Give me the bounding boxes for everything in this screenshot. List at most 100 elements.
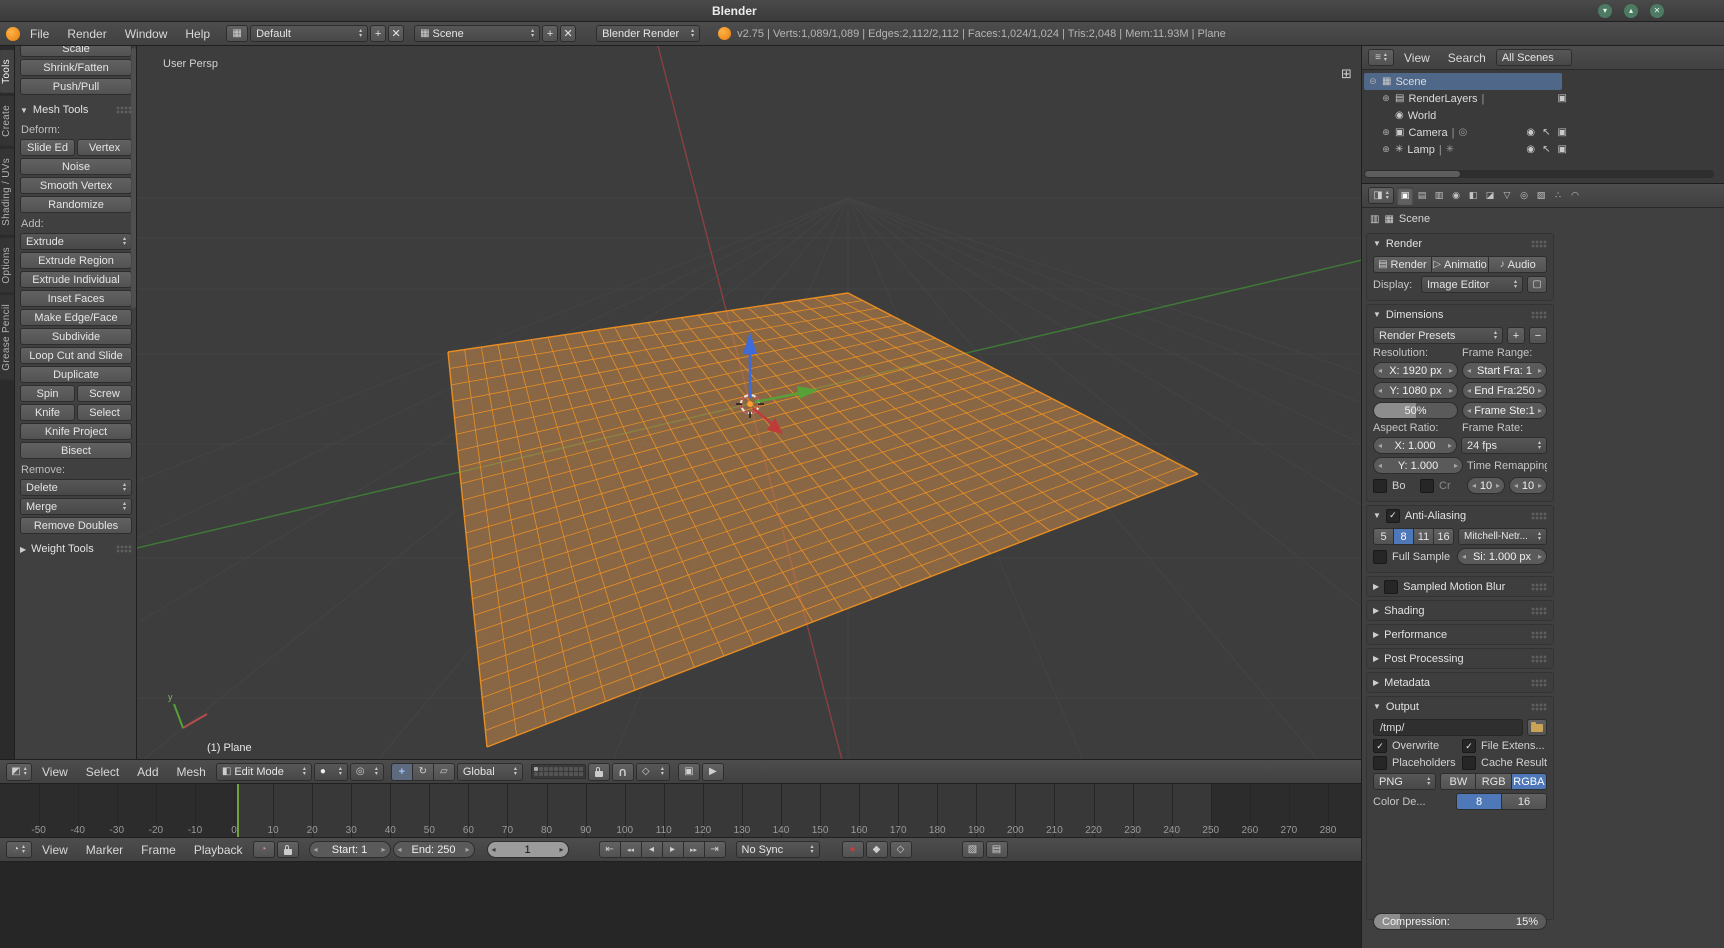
expander-open-icon[interactable]: ⊖ bbox=[1368, 76, 1378, 87]
layer-toggle-4[interactable] bbox=[548, 767, 553, 771]
viewport-3d[interactable]: y User Persp (1) Plane ⊞ bbox=[136, 45, 1363, 761]
shelf-button-noise[interactable]: Noise bbox=[20, 158, 132, 175]
tab-texture[interactable]: ▨ bbox=[1533, 187, 1549, 205]
shelf-tab-shading-uvs[interactable]: Shading / UVs bbox=[0, 148, 15, 235]
resolution-percentage-slider[interactable]: 50% bbox=[1373, 402, 1458, 419]
outliner-row-world[interactable]: ◉ World bbox=[1364, 107, 1575, 124]
shelf-button-delete[interactable]: Delete ▴ ▾ bbox=[20, 479, 132, 496]
restrict-select-icon[interactable]: ↖ bbox=[1542, 144, 1550, 155]
layer-toggle-17[interactable] bbox=[563, 772, 568, 776]
increment-arrow-icon[interactable]: ▸ bbox=[1448, 441, 1452, 450]
increment-arrow-icon[interactable]: ▸ bbox=[1449, 386, 1453, 395]
aa-samples-5-button[interactable]: 5 bbox=[1373, 528, 1394, 545]
layer-toggle-5[interactable] bbox=[553, 767, 558, 771]
tab-render[interactable]: ▣ bbox=[1397, 186, 1413, 205]
increment-arrow-icon[interactable]: ▸ bbox=[560, 845, 564, 854]
restrict-render-icon[interactable]: ▣ bbox=[1558, 144, 1567, 155]
shelf-button-subdivide[interactable]: Subdivide bbox=[20, 328, 132, 345]
record-button[interactable]: ● bbox=[841, 841, 864, 858]
viewport-canvas[interactable]: y bbox=[137, 46, 1362, 760]
add-scene-button[interactable]: + bbox=[542, 25, 559, 42]
delete-scene-button[interactable]: ✕ bbox=[560, 25, 577, 42]
shelf-tab-options[interactable]: Options bbox=[0, 237, 15, 293]
end-frame-field[interactable]: ◂ End Fra:250 ▸ bbox=[1462, 382, 1547, 399]
play-button[interactable]: ▸ bbox=[661, 841, 684, 858]
maximize-icon[interactable]: ▴ bbox=[1624, 4, 1638, 18]
outliner-editor-type-button[interactable]: ≡ ▴ ▾ bbox=[1368, 49, 1394, 66]
file-extensions-checkbox[interactable]: ✓ bbox=[1462, 739, 1476, 753]
timeline-menu-view[interactable]: View bbox=[34, 838, 76, 861]
tab-particles[interactable]: ∴ bbox=[1550, 187, 1566, 205]
layer-toggle-13[interactable] bbox=[543, 772, 548, 776]
display-extra-button[interactable]: ▢ bbox=[1527, 276, 1547, 293]
frame-step-field[interactable]: ◂ Frame Ste:1 ▸ bbox=[1462, 402, 1547, 419]
tab-world[interactable]: ◉ bbox=[1448, 187, 1464, 205]
channels-bw-button[interactable]: BW bbox=[1440, 773, 1477, 790]
current-frame-field[interactable]: ◂ 1 ▸ bbox=[486, 841, 569, 858]
render-panel-header[interactable]: ▼ Render bbox=[1367, 234, 1553, 253]
layer-toggle-3[interactable] bbox=[543, 767, 548, 771]
display-mode-dropdown[interactable]: Image Editor ▴ ▾ bbox=[1421, 276, 1523, 293]
viewport-shading-dropdown[interactable]: ● ▴ ▾ bbox=[313, 762, 348, 781]
next-keyframe-button[interactable]: ▸▸ bbox=[682, 841, 705, 858]
layer-toggle-18[interactable] bbox=[568, 772, 573, 776]
remove-preset-button[interactable]: − bbox=[1529, 327, 1547, 344]
overwrite-checkbox[interactable]: ✓ bbox=[1373, 739, 1387, 753]
jump-to-start-button[interactable]: ⇤ bbox=[598, 841, 621, 858]
menu-render[interactable]: Render bbox=[59, 22, 114, 45]
increment-arrow-icon[interactable]: ▸ bbox=[1449, 366, 1453, 375]
shelf-panel-header-mesh-tools[interactable]: ▼ Mesh Tools bbox=[20, 101, 132, 119]
restrict-select-icon[interactable]: ↖ bbox=[1542, 127, 1550, 138]
aa-samples-8-button[interactable]: 8 bbox=[1393, 528, 1414, 545]
manipulator-translate-button[interactable]: + bbox=[390, 762, 413, 781]
increment-arrow-icon[interactable]: ▸ bbox=[1538, 366, 1542, 375]
shelf-button-select[interactable]: Select bbox=[77, 404, 132, 421]
shelf-button-push-pull[interactable]: Push/Pull bbox=[20, 78, 132, 95]
shelf-button-knife[interactable]: Knife bbox=[20, 404, 75, 421]
shelf-button-remove-doubles[interactable]: Remove Doubles bbox=[20, 517, 132, 534]
tab-material[interactable]: ◎ bbox=[1516, 187, 1532, 205]
restrict-view-icon[interactable]: ◉ bbox=[1526, 144, 1535, 155]
screen-layout-dropdown[interactable]: Default ▴ ▾ bbox=[250, 25, 369, 42]
snap-element-dropdown[interactable]: ◇ ▴ ▾ bbox=[635, 762, 670, 781]
scene-dropdown[interactable]: ▦ Scene ▴ ▾ bbox=[414, 25, 541, 42]
outliner-display-mode-dropdown[interactable]: All Scenes bbox=[1495, 49, 1572, 66]
render-animation-button[interactable]: ▷ Animatio bbox=[1430, 256, 1490, 273]
shelf-button-screw[interactable]: Screw bbox=[77, 385, 132, 402]
layer-toggle-6[interactable] bbox=[558, 767, 563, 771]
render-presets-dropdown[interactable]: Render Presets ▴ ▾ bbox=[1373, 327, 1503, 344]
file-format-dropdown[interactable]: PNG ▴ ▾ bbox=[1373, 773, 1437, 790]
increment-arrow-icon[interactable]: ▸ bbox=[1538, 481, 1542, 490]
placeholders-checkbox[interactable]: ✓ bbox=[1373, 756, 1387, 770]
sampled-motion-blur-header[interactable]: ▶ ✓ Sampled Motion Blur bbox=[1367, 577, 1553, 596]
menu-help[interactable]: Help bbox=[177, 22, 218, 45]
restrict-view-icon[interactable]: ◉ bbox=[1526, 127, 1535, 138]
full-sample-checkbox[interactable]: ✓ bbox=[1373, 549, 1387, 564]
layers-widget[interactable] bbox=[530, 764, 586, 779]
outliner-row-scene[interactable]: ⊖ ▦ Scene bbox=[1364, 73, 1562, 90]
dimensions-panel-header[interactable]: ▼ Dimensions bbox=[1367, 305, 1553, 324]
expander-closed-icon[interactable]: ⊕ bbox=[1381, 93, 1391, 104]
increment-arrow-icon[interactable]: ▸ bbox=[1496, 481, 1500, 490]
depth-16-button[interactable]: 16 bbox=[1501, 793, 1547, 810]
output-panel-header[interactable]: ▼ Output bbox=[1367, 697, 1553, 716]
keying-set-button[interactable]: ◆ bbox=[865, 841, 888, 858]
render-engine-dropdown[interactable]: Blender Render ▴ ▾ bbox=[596, 25, 701, 42]
opengl-render-image-button[interactable]: ▣ bbox=[677, 762, 700, 781]
tab-scene[interactable]: ▥ bbox=[1431, 187, 1447, 205]
mode-dropdown[interactable]: ◧ Edit Mode ▴ ▾ bbox=[215, 762, 312, 781]
render-button[interactable]: ▤ Render bbox=[1373, 256, 1432, 273]
delete-layout-button[interactable]: ✕ bbox=[388, 25, 405, 42]
increment-arrow-icon[interactable]: ▸ bbox=[1454, 461, 1458, 470]
auto-keyframe-button[interactable]: ▧ bbox=[961, 841, 984, 858]
output-path-field[interactable]: /tmp/ bbox=[1373, 719, 1523, 736]
browse-folder-button[interactable] bbox=[1527, 719, 1547, 736]
scrollbar-thumb[interactable] bbox=[1365, 171, 1460, 177]
layer-toggle-20[interactable] bbox=[578, 772, 583, 776]
restrict-render-icon[interactable]: ▣ bbox=[1558, 127, 1567, 138]
tab-modifiers[interactable]: ◪ bbox=[1482, 187, 1498, 205]
outliner-row-renderlayers[interactable]: ⊕ ▤ RenderLayers | ▣ bbox=[1364, 90, 1575, 107]
post-processing-panel-header[interactable]: ▶ Post Processing bbox=[1367, 649, 1553, 668]
viewport-menu-view[interactable]: View bbox=[34, 760, 76, 783]
layer-toggle-10[interactable] bbox=[578, 767, 583, 771]
